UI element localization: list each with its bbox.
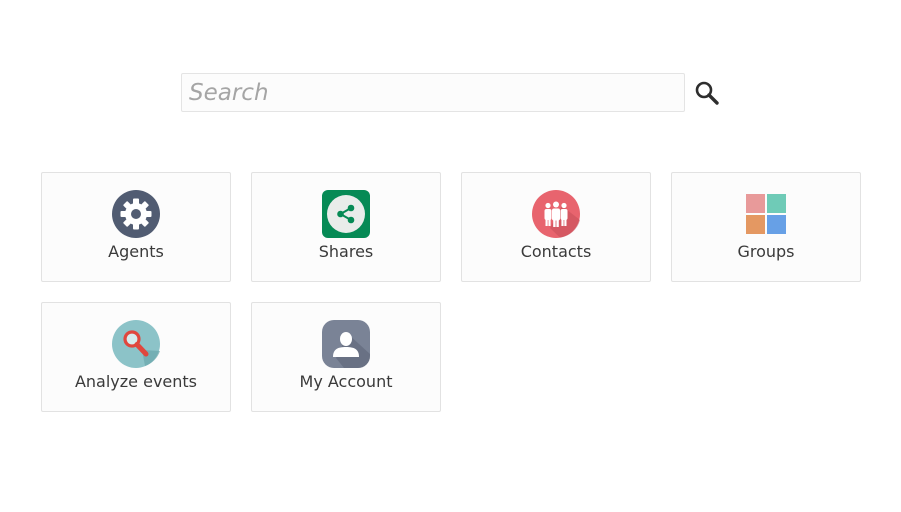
search-button[interactable]	[693, 79, 721, 107]
tile-label: Groups	[737, 242, 795, 261]
tile-label: My Account	[299, 372, 393, 391]
tile-label: Agents	[108, 242, 164, 261]
tile-contacts[interactable]: Contacts	[461, 172, 651, 282]
grid-icon	[742, 190, 790, 238]
search-icon	[693, 81, 721, 110]
tile-label: Analyze events	[74, 372, 198, 391]
user-icon	[322, 320, 370, 368]
tile-agents[interactable]: Agents	[41, 172, 231, 282]
search-input[interactable]	[181, 73, 685, 112]
tile-analyze-events[interactable]: Analyze events	[41, 302, 231, 412]
people-icon	[532, 190, 580, 238]
tile-label: Shares	[318, 242, 374, 261]
gear-icon	[112, 190, 160, 238]
tile-shares[interactable]: Shares	[251, 172, 441, 282]
tile-label: Contacts	[520, 242, 592, 261]
share-icon	[322, 190, 370, 238]
tile-my-account[interactable]: My Account	[251, 302, 441, 412]
tile-groups[interactable]: Groups	[671, 172, 861, 282]
search-bar	[181, 73, 721, 113]
magnifier-icon	[112, 320, 160, 368]
